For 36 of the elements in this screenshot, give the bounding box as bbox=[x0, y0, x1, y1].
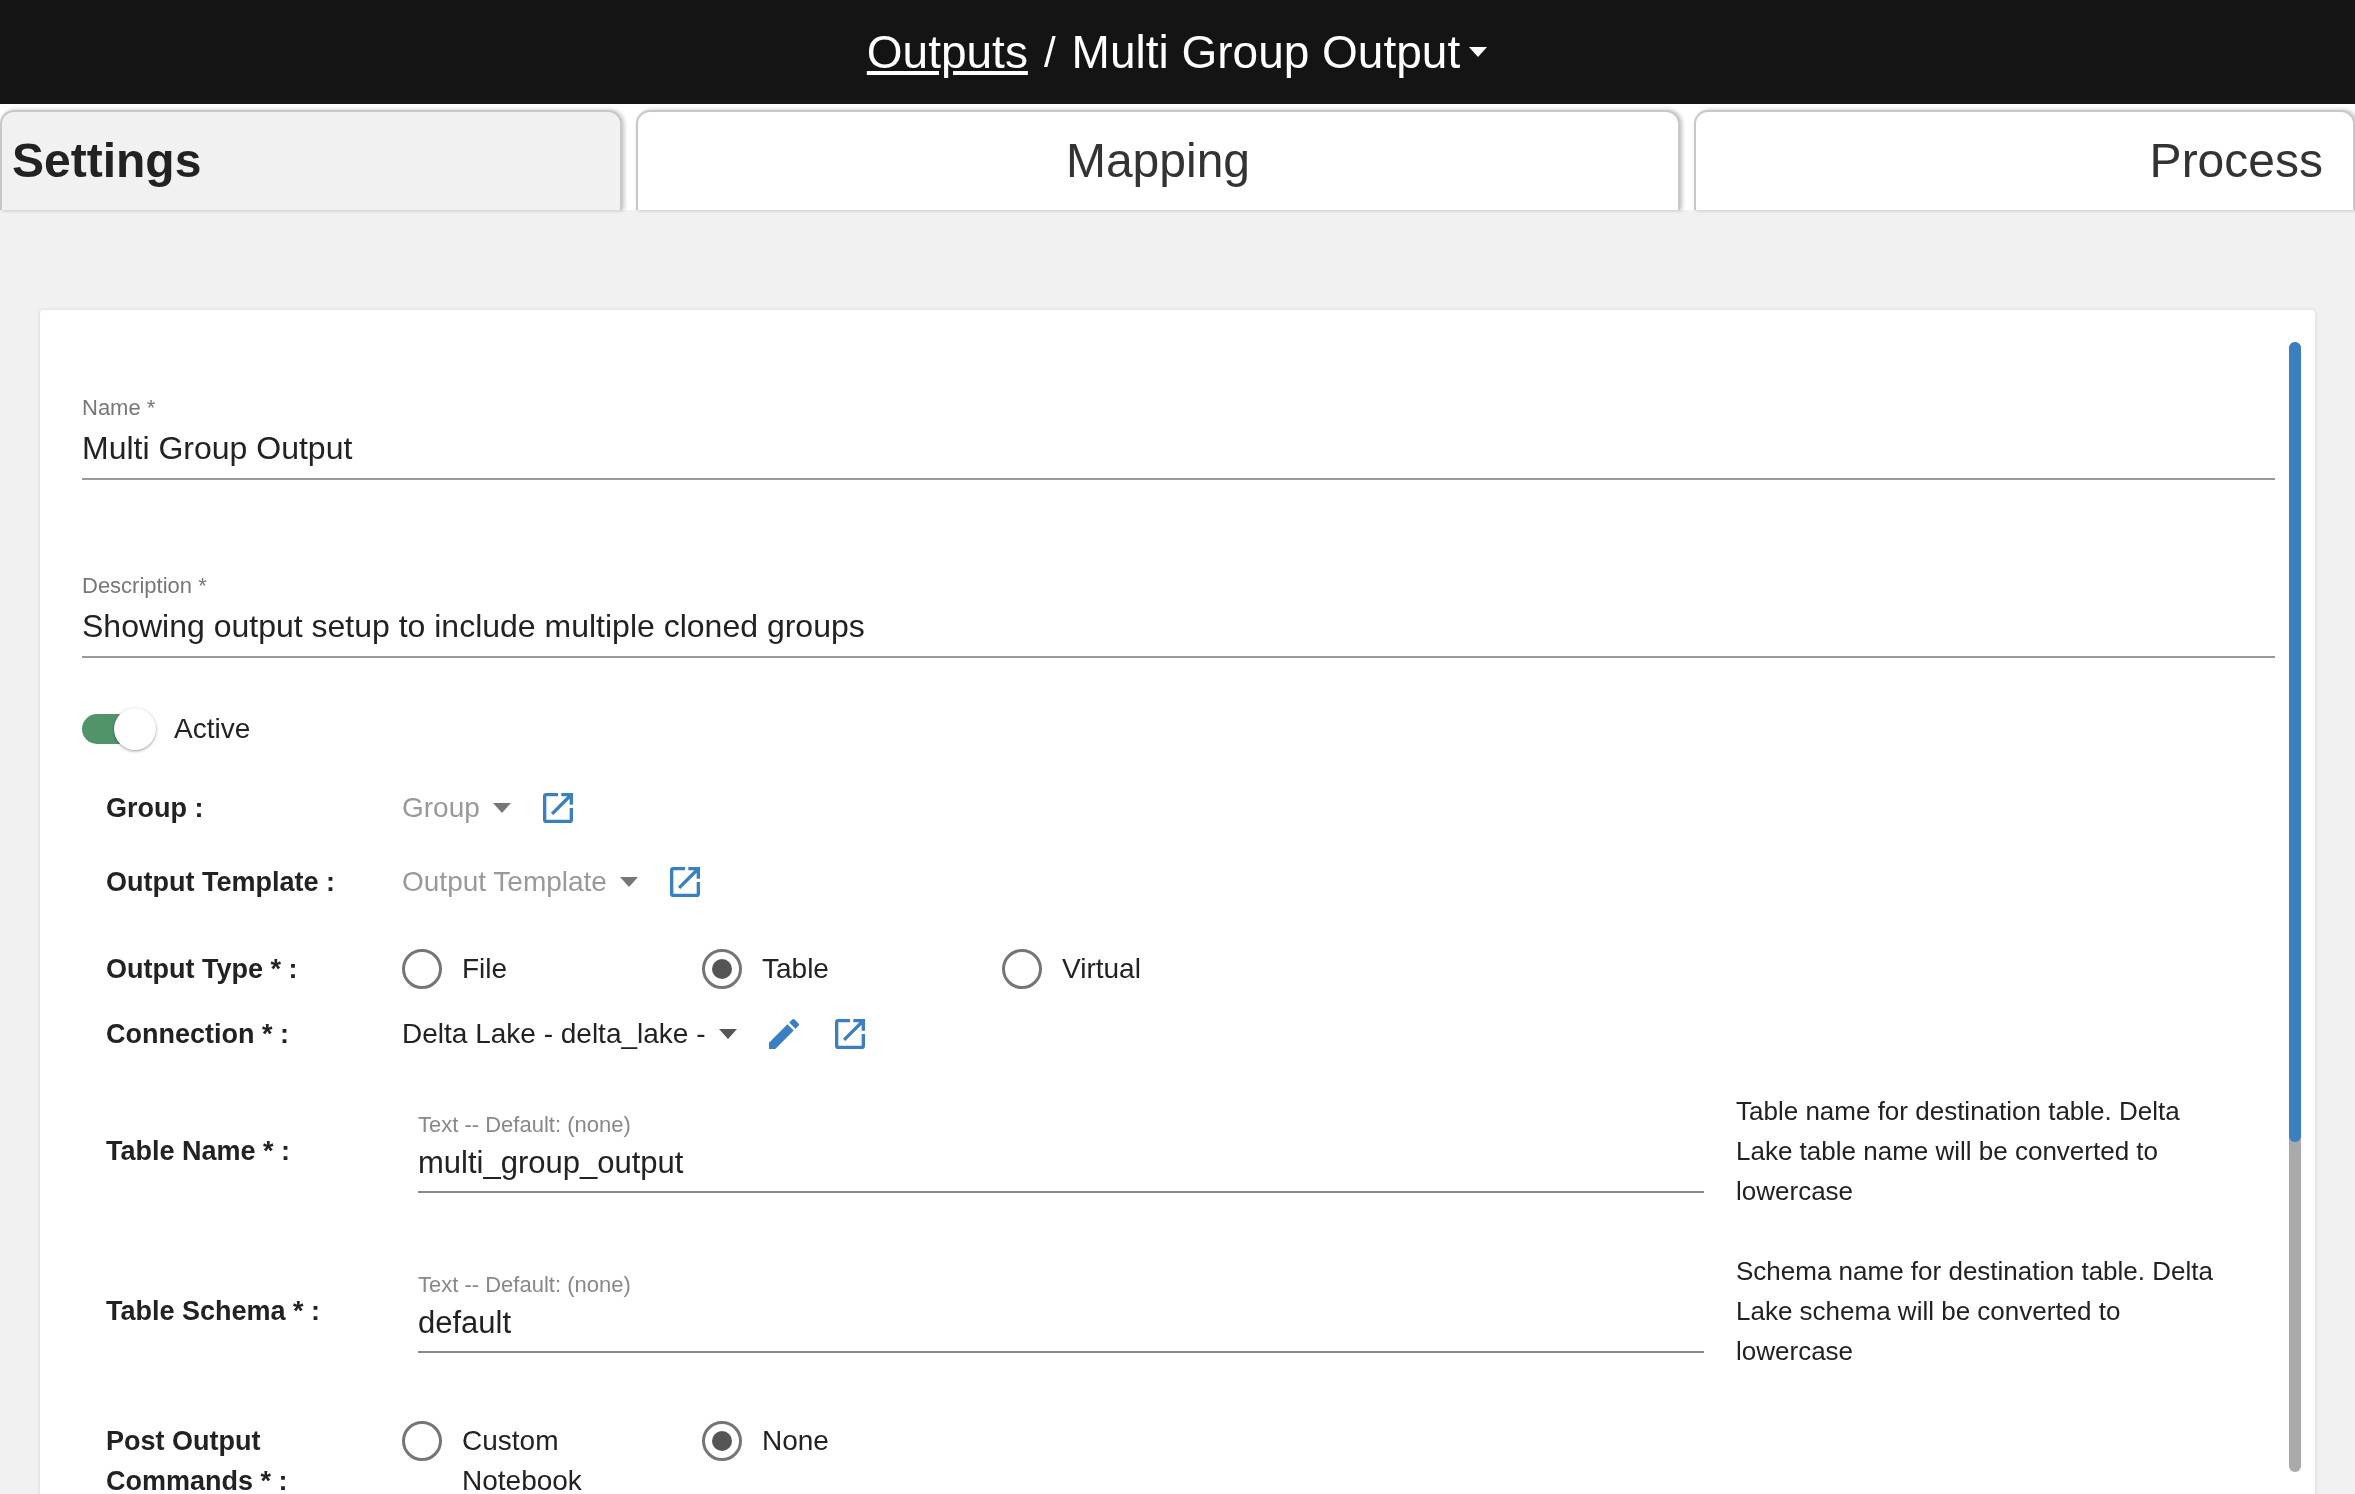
radio-button[interactable] bbox=[702, 949, 742, 989]
caret-icon bbox=[1468, 46, 1489, 58]
tab[interactable]: Process bbox=[1694, 110, 2355, 210]
dropdown[interactable]: Delta Lake - delta_lake - bbox=[402, 1013, 738, 1055]
radio-button[interactable] bbox=[402, 1421, 442, 1461]
caret-icon bbox=[717, 1028, 738, 1040]
page-title-dropdown[interactable]: Multi Group Output bbox=[1071, 17, 1489, 87]
radio-label: Table bbox=[762, 952, 829, 986]
radio-label: Custom Notebook bbox=[462, 1424, 583, 1494]
radio-button[interactable] bbox=[702, 1421, 742, 1461]
radio-label: None bbox=[762, 1424, 829, 1458]
radio-label: File bbox=[462, 952, 508, 986]
text-field[interactable]: Name * Multi Group Output bbox=[82, 392, 2275, 480]
radio-label: Virtual bbox=[1062, 952, 1141, 986]
breadcrumb-separator: / bbox=[1043, 27, 1056, 78]
caret-icon bbox=[491, 802, 512, 814]
tab[interactable]: Settings bbox=[0, 110, 622, 210]
tab[interactable]: Mapping bbox=[636, 110, 1680, 210]
text-field[interactable]: Text -- Default: (none) multi_group_output bbox=[418, 1109, 1704, 1193]
field-label: Table Schema * : bbox=[106, 1295, 322, 1328]
radio-button[interactable] bbox=[402, 949, 442, 989]
caret-icon bbox=[618, 876, 639, 888]
text-field[interactable]: Description * Showing output setup to include multiple cloned groups bbox=[82, 570, 2275, 658]
breadcrumb-link[interactable]: Outputs bbox=[866, 17, 1028, 87]
help-text: Schema name for destination table. Delta Lake schema will be converted to lowercase bbox=[1736, 1255, 2214, 1368]
field-label: Post Output Commands * : bbox=[106, 1425, 289, 1494]
field-label: Connection * : bbox=[106, 1018, 290, 1051]
field-label: Group : bbox=[106, 792, 205, 825]
toggle-label: Active bbox=[174, 712, 251, 746]
field-label: Output Template : bbox=[106, 866, 336, 899]
radio-button[interactable] bbox=[1002, 949, 1042, 989]
text-field[interactable]: Text -- Default: (none) default bbox=[418, 1269, 1704, 1353]
help-text: Table name for destination table. Delta Lake table name will be converted to lowercase bbox=[1736, 1095, 2181, 1208]
field-label: Table Name * : bbox=[106, 1135, 292, 1168]
toggle-switch[interactable] bbox=[82, 707, 158, 751]
field-label: Output Type * : bbox=[106, 953, 299, 986]
